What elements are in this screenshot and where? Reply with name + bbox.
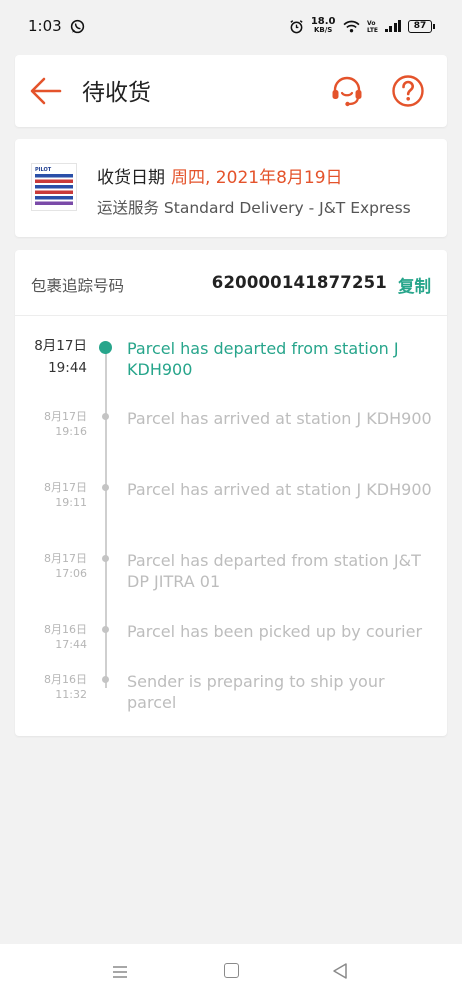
- menu-icon: [113, 966, 127, 978]
- status-time: 1:03: [28, 17, 62, 35]
- battery-level: 87: [413, 21, 427, 31]
- delivery-date: 收货日期 周四, 2021年8月19日: [97, 163, 343, 188]
- tracking-card: 包裹追踪号码 620000141877251 复制 8月17日 19:44 Pa…: [15, 250, 447, 736]
- triangle-back-icon: [333, 963, 347, 979]
- back-button[interactable]: [29, 75, 63, 107]
- copy-button[interactable]: 复制: [398, 273, 431, 297]
- page-title: 待收货: [82, 80, 151, 106]
- product-image: PILOT: [35, 167, 73, 205]
- svg-text:Vo: Vo: [367, 20, 375, 27]
- event-date: 8月17日: [44, 481, 87, 494]
- event-text: Parcel has departed from station J KDH90…: [127, 339, 399, 379]
- event-text: Sender is preparing to ship your parcel: [127, 672, 385, 712]
- network-speed-value: 18.0: [310, 16, 336, 27]
- event-date: 8月17日: [44, 552, 87, 565]
- event-date: 8月17日: [44, 410, 87, 423]
- event-time: 19:11: [55, 496, 87, 509]
- event-date: 8月17日: [34, 338, 87, 354]
- header-bar: 待收货: [15, 55, 447, 127]
- event-dot: [102, 413, 109, 420]
- event-text: Parcel has been picked up by courier: [127, 622, 423, 641]
- event-dot: [99, 341, 112, 354]
- help-button[interactable]: [390, 73, 426, 109]
- volte-icon: Vo LTE: [367, 20, 378, 33]
- event-text: Parcel has arrived at station J KDH900: [127, 409, 432, 428]
- wifi-icon: [342, 20, 360, 32]
- whatsapp-icon: [70, 19, 84, 33]
- delivery-date-value: 周四, 2021年8月19日: [171, 168, 343, 188]
- network-speed: 18.0 KB/S: [311, 17, 336, 35]
- signal-icon: [384, 20, 401, 32]
- system-back-button[interactable]: [332, 962, 348, 980]
- event-dot: [102, 555, 109, 562]
- delivery-service: 运送服务 Standard Delivery - J&T Express: [97, 199, 411, 217]
- event-date: 8月16日: [44, 673, 87, 686]
- event-time: 17:44: [55, 638, 87, 651]
- event-time: 19:16: [55, 425, 87, 438]
- tracking-number: 620000141877251: [211, 273, 387, 292]
- event-time: 11:32: [55, 688, 87, 701]
- arrow-left-icon: [30, 77, 62, 105]
- delivery-date-label: 收货日期: [97, 168, 165, 188]
- battery-icon: 87: [408, 19, 435, 33]
- product-thumbnail: PILOT: [31, 163, 77, 211]
- status-bar: 1:03 18.0 KB/S Vo LTE 87: [0, 0, 462, 52]
- alarm-icon: [290, 19, 303, 33]
- tracking-timeline: 8月17日 19:44 Parcel has departed from sta…: [15, 316, 447, 736]
- svg-text:LTE: LTE: [367, 27, 378, 33]
- event-dot: [102, 626, 109, 633]
- event-dot: [102, 484, 109, 491]
- tracking-number-row: 包裹追踪号码 620000141877251 复制: [15, 250, 447, 316]
- headset-icon: [332, 76, 362, 107]
- event-dot: [102, 676, 109, 683]
- event-text: Parcel has arrived at station J KDH900: [127, 480, 432, 499]
- customer-support-button[interactable]: [329, 73, 365, 109]
- tracking-number-label: 包裹追踪号码: [31, 277, 125, 295]
- question-circle-icon: [392, 75, 424, 107]
- network-speed-unit: KB/S: [313, 26, 333, 34]
- delivery-info-card: PILOT 收货日期 周四, 2021年8月19日 运送服务 Standard D…: [15, 139, 447, 237]
- system-navigation-bar: [0, 944, 462, 1000]
- event-time: 19:44: [48, 360, 87, 376]
- home-button[interactable]: [224, 963, 239, 978]
- timeline-line: [105, 348, 107, 688]
- event-text: Parcel has departed from station J&T DP …: [127, 551, 421, 591]
- svg-text:PILOT: PILOT: [35, 167, 52, 173]
- event-time: 17:06: [55, 567, 87, 580]
- recent-apps-button[interactable]: [112, 964, 128, 978]
- event-date: 8月16日: [44, 623, 87, 636]
